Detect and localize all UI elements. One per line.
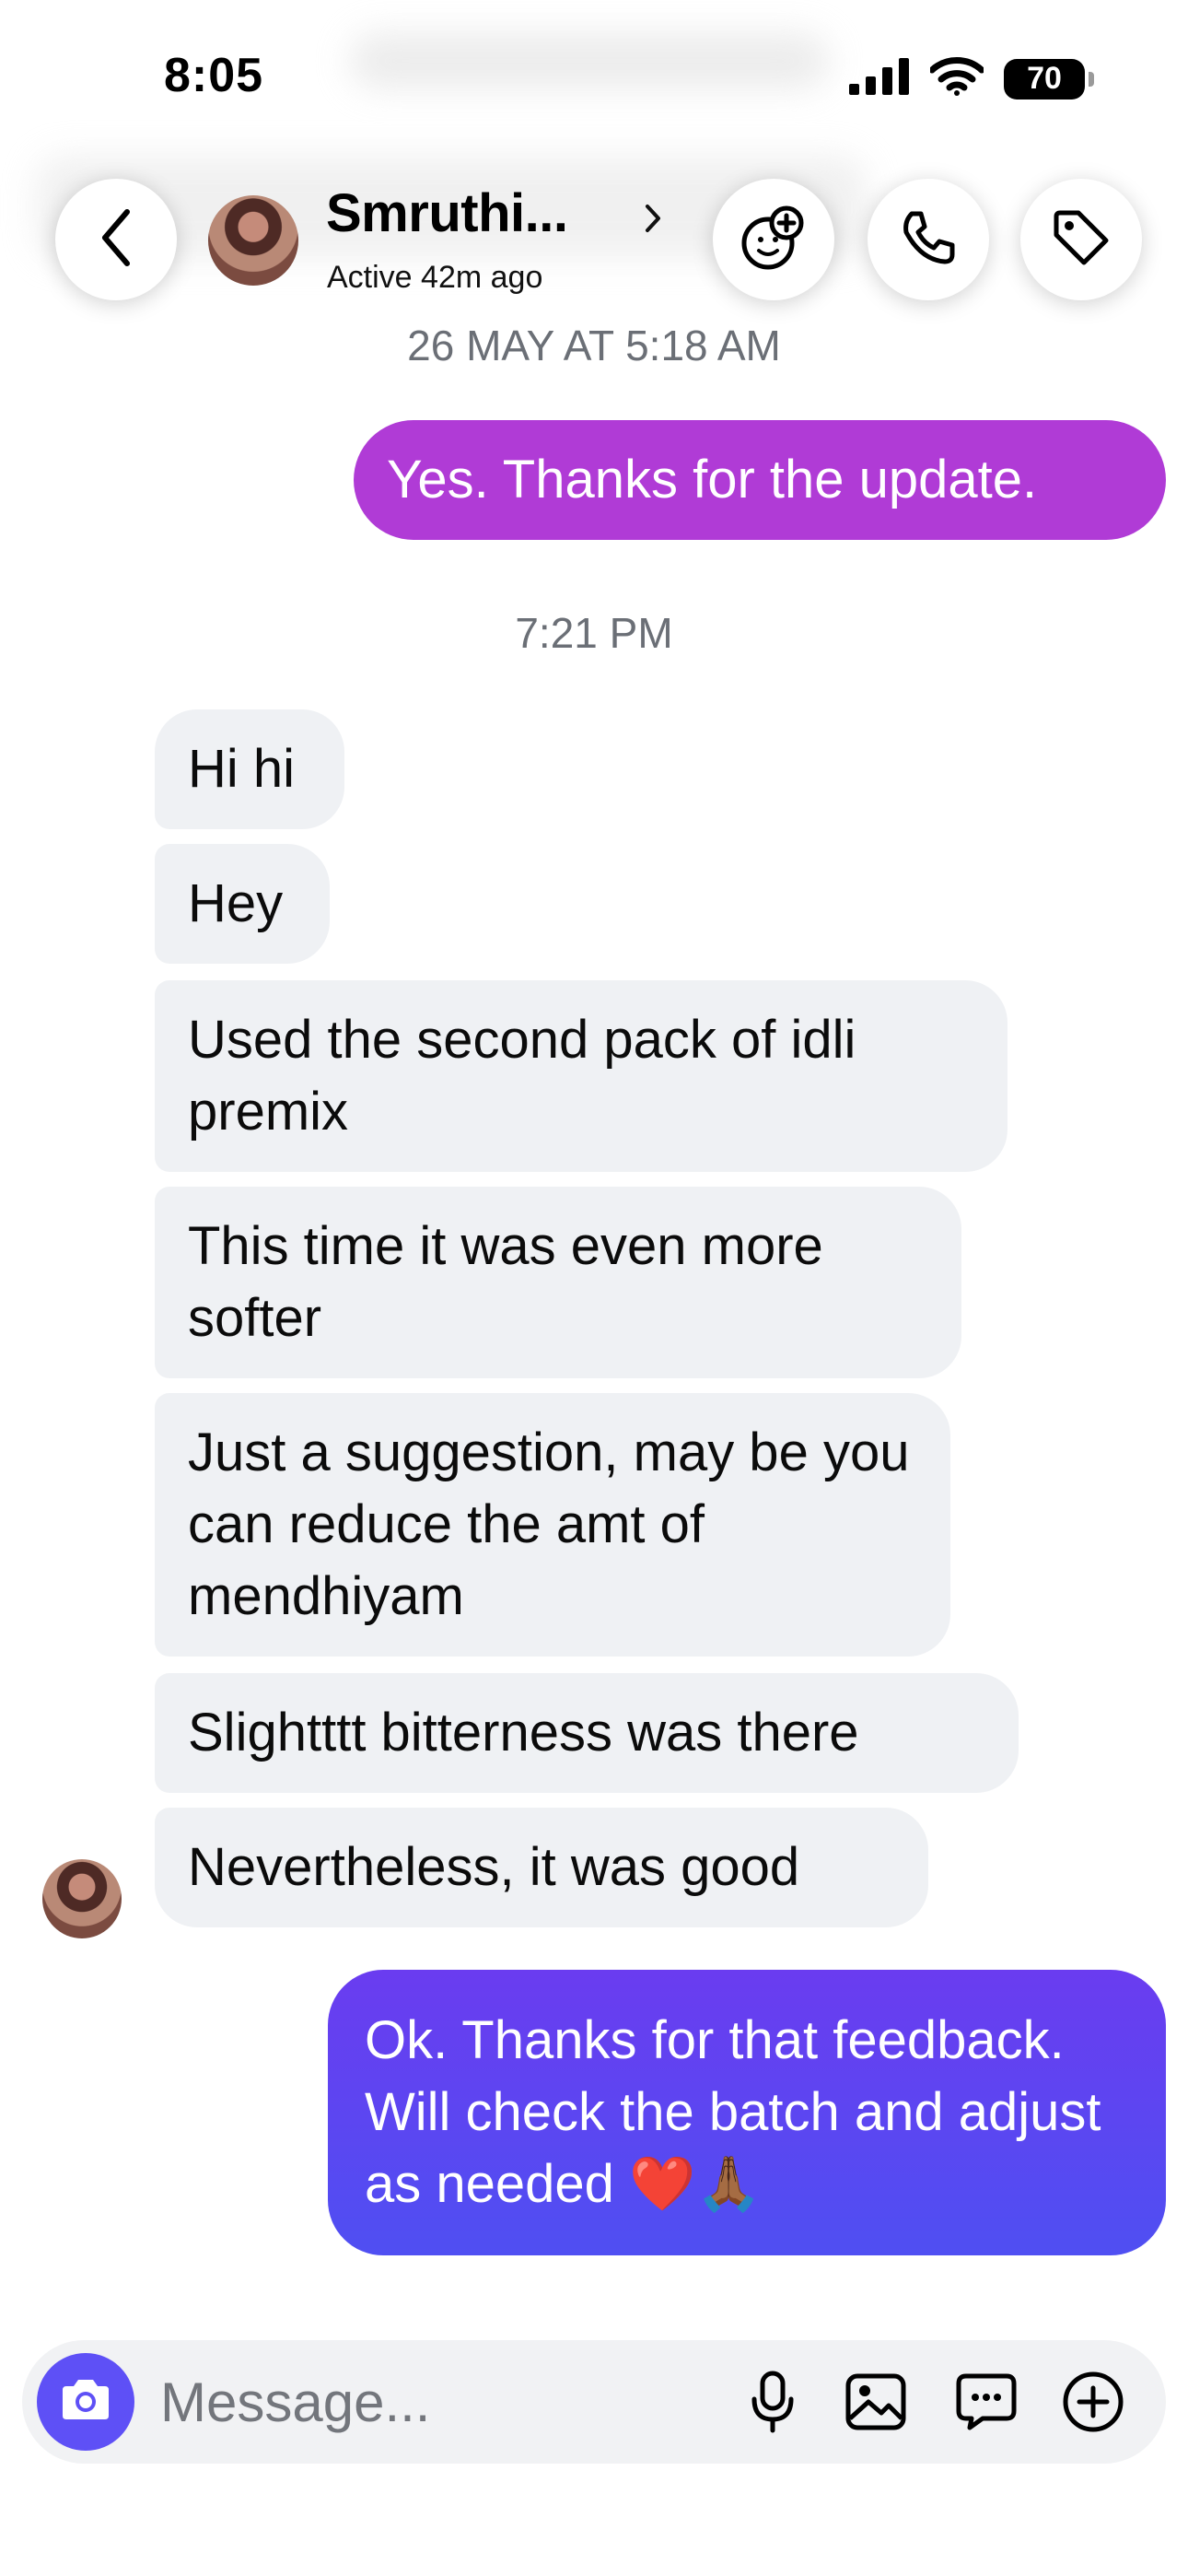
incoming-message[interactable]: Nevertheless, it was good bbox=[155, 1808, 928, 1927]
incoming-message[interactable]: Slightttt bitterness was there bbox=[155, 1673, 1019, 1793]
contact-avatar[interactable] bbox=[208, 195, 298, 286]
message-text: Nevertheless, it was good bbox=[188, 1837, 800, 1897]
active-status: Active 42m ago bbox=[327, 260, 543, 295]
microphone-icon[interactable] bbox=[739, 2368, 807, 2436]
phone-icon bbox=[899, 208, 958, 272]
incoming-message[interactable]: Used the second pack of idli premix bbox=[155, 980, 1007, 1172]
message-text: Hi hi bbox=[188, 739, 296, 799]
call-button[interactable] bbox=[868, 179, 989, 300]
timestamp: 26 MAY AT 5:18 AM bbox=[407, 322, 781, 369]
blurred-banner bbox=[350, 33, 829, 88]
contact-name[interactable]: Smruthi... bbox=[326, 182, 568, 244]
message-text: Just a suggestion, may be you can reduce… bbox=[188, 1423, 910, 1626]
message-text: This time it was even more softer bbox=[188, 1216, 823, 1348]
battery-icon: 70 bbox=[1004, 58, 1094, 100]
gallery-icon[interactable] bbox=[842, 2368, 910, 2436]
chevron-right-icon[interactable] bbox=[643, 203, 663, 239]
incoming-message[interactable]: Hi hi bbox=[155, 709, 344, 829]
incoming-message[interactable]: This time it was even more softer bbox=[155, 1187, 961, 1378]
wifi-icon bbox=[928, 57, 985, 100]
message-input[interactable] bbox=[158, 2364, 696, 2440]
camera-icon bbox=[59, 2377, 112, 2428]
message-composer bbox=[22, 2340, 1166, 2464]
incoming-message[interactable]: Hey bbox=[155, 844, 330, 964]
incoming-message[interactable]: Just a suggestion, may be you can reduce… bbox=[155, 1393, 950, 1657]
message-text: Used the second pack of idli premix bbox=[188, 1010, 856, 1142]
add-person-button[interactable] bbox=[713, 179, 834, 300]
message-text: Hey bbox=[188, 873, 284, 933]
status-time: 8:05 bbox=[164, 49, 264, 102]
outgoing-message[interactable]: Yes. Thanks for the update. bbox=[354, 420, 1166, 540]
message-text: Ok. Thanks for that feedback. Will check… bbox=[365, 2010, 1101, 2214]
back-chevron-icon bbox=[98, 208, 134, 272]
add-circle-icon[interactable] bbox=[1059, 2368, 1127, 2436]
back-button[interactable] bbox=[55, 179, 177, 300]
sender-avatar[interactable] bbox=[42, 1859, 122, 1938]
camera-button[interactable] bbox=[37, 2353, 134, 2451]
status-icons: 70 bbox=[849, 57, 1094, 100]
timestamp: 7:21 PM bbox=[515, 609, 673, 657]
tag-icon bbox=[1051, 207, 1112, 273]
outgoing-message[interactable]: Ok. Thanks for that feedback. Will check… bbox=[328, 1970, 1166, 2255]
sticker-icon[interactable] bbox=[952, 2368, 1020, 2436]
add-person-icon bbox=[739, 203, 809, 277]
message-text: Slightttt bitterness was there bbox=[188, 1703, 859, 1762]
label-button[interactable] bbox=[1020, 179, 1142, 300]
message-text: Yes. Thanks for the update. bbox=[387, 450, 1038, 509]
signal-icon bbox=[849, 58, 910, 100]
